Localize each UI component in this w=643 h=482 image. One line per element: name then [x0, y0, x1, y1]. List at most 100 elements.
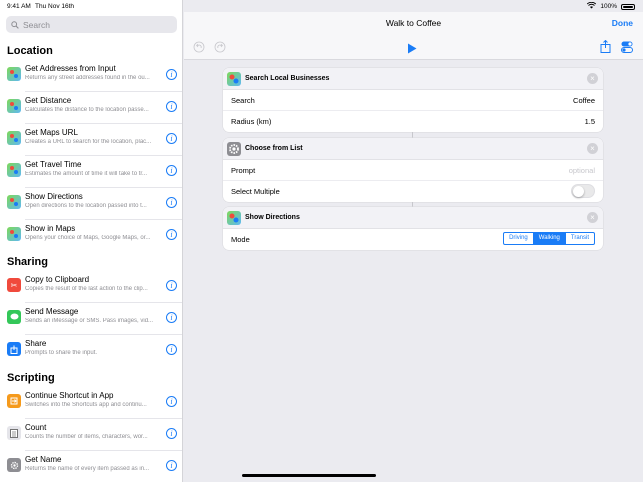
- action-subtitle: Copies the result of the last action to …: [25, 286, 148, 292]
- row-label: Radius (km): [231, 117, 272, 126]
- info-icon[interactable]: i: [166, 460, 177, 471]
- info-icon[interactable]: i: [166, 229, 177, 240]
- mode-driving[interactable]: Driving: [504, 233, 534, 244]
- card-title: Show Directions: [245, 214, 300, 221]
- done-button[interactable]: Done: [612, 18, 633, 28]
- action-show-directions[interactable]: Show Directions Open directions to the l…: [0, 188, 182, 220]
- action-title: Get Maps URL: [25, 128, 78, 137]
- action-title: Get Travel Time: [25, 160, 82, 169]
- action-title: Get Addresses from Input: [25, 64, 116, 73]
- action-subtitle: Sends an iMessage or SMS. Pass images, v…: [25, 318, 154, 324]
- card-header: Search Local Businesses ×: [223, 68, 603, 90]
- play-icon[interactable]: [407, 41, 417, 59]
- search-icon: [11, 20, 19, 29]
- action-card-show-directions[interactable]: Show Directions × Mode Driving Walking T…: [223, 207, 603, 250]
- maps-icon: [7, 131, 21, 145]
- wifi-icon: [587, 1, 597, 11]
- action-title: Get Distance: [25, 96, 72, 105]
- select-multiple-toggle[interactable]: [571, 184, 595, 198]
- gear-icon: [7, 458, 21, 472]
- action-get-distance[interactable]: Get Distance Calculates the distance to …: [0, 92, 182, 124]
- search-value[interactable]: Coffee: [573, 96, 595, 105]
- action-title: Copy to Clipboard: [25, 275, 90, 284]
- action-show-in-maps[interactable]: Show in Maps Opens your choice of Maps, …: [0, 220, 182, 252]
- action-count[interactable]: Count Counts the number of items, charac…: [0, 419, 182, 451]
- action-subtitle: Counts the number of items, characters, …: [25, 434, 148, 440]
- action-share[interactable]: Share Prompts to share the input. i: [0, 335, 182, 367]
- mode-walking[interactable]: Walking: [533, 233, 566, 244]
- share-icon[interactable]: [600, 39, 611, 58]
- action-title: Share: [25, 339, 47, 348]
- action-title: Show in Maps: [25, 224, 76, 233]
- remove-action-icon[interactable]: ×: [587, 212, 598, 223]
- prompt-row[interactable]: Prompt optional: [223, 160, 603, 181]
- action-title: Get Name: [25, 455, 62, 464]
- section-scripting: Scripting: [7, 372, 55, 384]
- action-get-travel-time[interactable]: Get Travel Time Estimates the amount of …: [0, 156, 182, 188]
- info-icon[interactable]: i: [166, 69, 177, 80]
- action-title: Count: [25, 423, 47, 432]
- action-subtitle: Switches into the Shortcuts app and cont…: [25, 402, 147, 408]
- info-icon[interactable]: i: [166, 428, 177, 439]
- action-subtitle: Prompts to share the input.: [25, 350, 98, 356]
- action-get-addresses[interactable]: Get Addresses from Input Returns any str…: [0, 60, 182, 92]
- radius-value[interactable]: 1.5: [585, 117, 595, 126]
- action-title: Send Message: [25, 307, 79, 316]
- info-icon[interactable]: i: [166, 197, 177, 208]
- row-label: Mode: [231, 235, 250, 244]
- clipboard-icon: ✂: [7, 278, 21, 292]
- maps-icon: [7, 227, 21, 241]
- undo-icon[interactable]: [193, 40, 205, 58]
- info-icon[interactable]: i: [166, 280, 177, 291]
- section-sharing: Sharing: [7, 256, 48, 268]
- home-indicator[interactable]: [242, 474, 376, 477]
- info-icon[interactable]: i: [166, 133, 177, 144]
- maps-icon: [227, 72, 241, 86]
- status-bar: 9:41 AM Thu Nov 16th 100%: [0, 0, 643, 12]
- action-title: Show Directions: [25, 192, 83, 201]
- settings-toggle-icon[interactable]: [621, 40, 633, 58]
- count-icon: [7, 426, 21, 440]
- info-icon[interactable]: i: [166, 165, 177, 176]
- radius-row[interactable]: Radius (km) 1.5: [223, 111, 603, 132]
- info-icon[interactable]: i: [166, 344, 177, 355]
- remove-action-icon[interactable]: ×: [587, 73, 598, 84]
- action-subtitle: Open directions to the location passed i…: [25, 203, 147, 209]
- editor-toolbar: Walk to Coffee Done: [184, 12, 643, 60]
- card-header: Show Directions ×: [223, 207, 603, 229]
- action-subtitle: Returns the name of every item passed as…: [25, 466, 150, 472]
- search-field[interactable]: Search: [6, 16, 177, 33]
- action-get-name[interactable]: Get Name Returns the name of every item …: [0, 451, 182, 482]
- select-multiple-row: Select Multiple: [223, 181, 603, 202]
- continue-icon: [7, 394, 21, 408]
- redo-icon[interactable]: [214, 40, 226, 58]
- action-title: Continue Shortcut in App: [25, 391, 114, 400]
- action-get-maps-url[interactable]: Get Maps URL Creates a URL to search for…: [0, 124, 182, 156]
- maps-icon: [7, 163, 21, 177]
- action-continue-shortcut[interactable]: Continue Shortcut in App Switches into t…: [0, 387, 182, 419]
- action-copy-to-clipboard[interactable]: ✂ Copy to Clipboard Copies the result of…: [0, 271, 182, 303]
- card-title: Choose from List: [245, 145, 303, 152]
- action-send-message[interactable]: Send Message Sends an iMessage or SMS. P…: [0, 303, 182, 335]
- battery-icon: [621, 3, 635, 10]
- action-subtitle: Creates a URL to search for the location…: [25, 139, 152, 145]
- shortcut-title: Walk to Coffee: [385, 18, 442, 28]
- maps-icon: [7, 67, 21, 81]
- maps-icon: [7, 195, 21, 209]
- prompt-input[interactable]: optional: [569, 166, 595, 175]
- maps-icon: [227, 211, 241, 225]
- action-card-search-local-businesses[interactable]: Search Local Businesses × Search Coffee …: [223, 68, 603, 132]
- info-icon[interactable]: i: [166, 396, 177, 407]
- remove-action-icon[interactable]: ×: [587, 143, 598, 154]
- message-icon: [7, 310, 21, 324]
- search-row[interactable]: Search Coffee: [223, 90, 603, 111]
- mode-transit[interactable]: Transit: [566, 233, 594, 244]
- info-icon[interactable]: i: [166, 312, 177, 323]
- action-subtitle: Calculates the distance to the location …: [25, 107, 149, 113]
- battery-percent: 100%: [600, 3, 617, 10]
- row-label: Search: [231, 96, 255, 105]
- info-icon[interactable]: i: [166, 101, 177, 112]
- row-label: Prompt: [231, 166, 256, 175]
- action-card-choose-from-list[interactable]: Choose from List × Prompt optional Selec…: [223, 138, 603, 202]
- actions-sidebar: Search Location Get Addresses from Input…: [0, 0, 183, 482]
